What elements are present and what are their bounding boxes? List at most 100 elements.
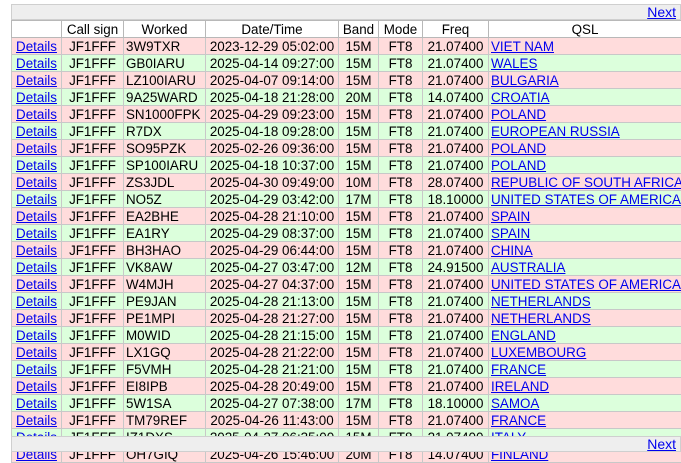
details-link[interactable]: Details bbox=[16, 73, 57, 88]
qsl-cell: CROATIA bbox=[489, 89, 681, 106]
details-cell: Details bbox=[12, 225, 62, 242]
band-cell: 15M bbox=[339, 276, 379, 293]
table-row: DetailsJF1FFFR7DX2025-04-18 09:28:0015MF… bbox=[12, 123, 681, 140]
details-cell: Details bbox=[12, 55, 62, 72]
call-sign-cell: JF1FFF bbox=[62, 174, 124, 191]
call-sign-cell: JF1FFF bbox=[62, 293, 124, 310]
qsl-link[interactable]: POLAND bbox=[491, 141, 546, 156]
qsl-link[interactable]: IRELAND bbox=[491, 379, 549, 394]
band-cell: 10M bbox=[339, 174, 379, 191]
band-cell: 17M bbox=[339, 191, 379, 208]
qsl-link[interactable]: SAMOA bbox=[491, 396, 539, 411]
mode-cell: FT8 bbox=[379, 327, 423, 344]
table-row: DetailsJF1FFFSO95PZK2025-02-26 09:36:001… bbox=[12, 140, 681, 157]
details-cell: Details bbox=[12, 72, 62, 89]
details-link[interactable]: Details bbox=[16, 175, 57, 190]
band-cell: 15M bbox=[339, 225, 379, 242]
details-link[interactable]: Details bbox=[16, 328, 57, 343]
qsl-link[interactable]: FRANCE bbox=[491, 362, 546, 377]
details-link[interactable]: Details bbox=[16, 277, 57, 292]
worked-cell: LX1GQ bbox=[124, 344, 206, 361]
table-row: DetailsJF1FFFPE9JAN2025-04-28 21:13:0015… bbox=[12, 293, 681, 310]
freq-cell: 18.10000 bbox=[423, 395, 489, 412]
qsl-link[interactable]: NETHERLANDS bbox=[491, 311, 591, 326]
qsl-cell: NETHERLANDS bbox=[489, 293, 681, 310]
freq-cell: 21.07400 bbox=[423, 38, 489, 55]
details-link[interactable]: Details bbox=[16, 345, 57, 360]
worked-cell: PE9JAN bbox=[124, 293, 206, 310]
band-cell: 15M bbox=[339, 242, 379, 259]
next-link-bottom[interactable]: Next bbox=[647, 437, 676, 452]
details-link[interactable]: Details bbox=[16, 90, 57, 105]
datetime-cell: 2025-04-18 21:28:00 bbox=[206, 89, 339, 106]
qsl-link[interactable]: REPUBLIC OF SOUTH AFRICA bbox=[491, 175, 681, 190]
pager-top: Next bbox=[11, 4, 681, 20]
details-link[interactable]: Details bbox=[16, 39, 57, 54]
table-row: DetailsJF1FFFTM79REF2025-04-26 11:43:001… bbox=[12, 412, 681, 429]
mode-cell: FT8 bbox=[379, 191, 423, 208]
details-cell: Details bbox=[12, 157, 62, 174]
worked-cell: PE1MPI bbox=[124, 310, 206, 327]
details-link[interactable]: Details bbox=[16, 413, 57, 428]
freq-cell: 21.07400 bbox=[423, 140, 489, 157]
details-link[interactable]: Details bbox=[16, 56, 57, 71]
details-link[interactable]: Details bbox=[16, 243, 57, 258]
qsl-link[interactable]: AUSTRALIA bbox=[491, 260, 565, 275]
qsl-link[interactable]: SPAIN bbox=[491, 226, 530, 241]
qsl-link[interactable]: NETHERLANDS bbox=[491, 294, 591, 309]
table-row: DetailsJF1FFF5W1SA2025-04-27 07:38:0017M… bbox=[12, 395, 681, 412]
details-link[interactable]: Details bbox=[16, 379, 57, 394]
details-link[interactable]: Details bbox=[16, 311, 57, 326]
call-sign-cell: JF1FFF bbox=[62, 225, 124, 242]
details-cell: Details bbox=[12, 208, 62, 225]
details-link[interactable]: Details bbox=[16, 226, 57, 241]
mode-cell: FT8 bbox=[379, 344, 423, 361]
table-row: DetailsJF1FFFZS3JDL2025-04-30 09:49:0010… bbox=[12, 174, 681, 191]
table-row: DetailsJF1FFF3W9TXR2023-12-29 05:02:0015… bbox=[12, 38, 681, 55]
details-link[interactable]: Details bbox=[16, 107, 57, 122]
details-link[interactable]: Details bbox=[16, 141, 57, 156]
qsl-link[interactable]: SPAIN bbox=[491, 209, 530, 224]
worked-cell: EA1RY bbox=[124, 225, 206, 242]
qsl-link[interactable]: EUROPEAN RUSSIA bbox=[491, 124, 620, 139]
worked-cell: 3W9TXR bbox=[124, 38, 206, 55]
qsl-cell: CHINA bbox=[489, 242, 681, 259]
qsl-link[interactable]: VIET NAM bbox=[491, 39, 554, 54]
details-link[interactable]: Details bbox=[16, 209, 57, 224]
next-link-top[interactable]: Next bbox=[647, 5, 676, 20]
qsl-link[interactable]: LUXEMBOURG bbox=[491, 345, 586, 360]
qsl-cell: WALES bbox=[489, 55, 681, 72]
qsl-link[interactable]: UNITED STATES OF AMERICA bbox=[491, 192, 681, 207]
band-cell: 15M bbox=[339, 55, 379, 72]
qsl-link[interactable]: POLAND bbox=[491, 158, 546, 173]
datetime-cell: 2025-04-28 21:21:00 bbox=[206, 361, 339, 378]
qsl-link[interactable]: CROATIA bbox=[491, 90, 550, 105]
qsl-link[interactable]: CHINA bbox=[491, 243, 533, 258]
qsl-cell: FRANCE bbox=[489, 412, 681, 429]
qsl-link[interactable]: WALES bbox=[491, 56, 537, 71]
datetime-cell: 2025-04-07 09:14:00 bbox=[206, 72, 339, 89]
call-sign-cell: JF1FFF bbox=[62, 106, 124, 123]
band-cell: 15M bbox=[339, 293, 379, 310]
details-link[interactable]: Details bbox=[16, 260, 57, 275]
details-link[interactable]: Details bbox=[16, 124, 57, 139]
freq-cell: 21.07400 bbox=[423, 55, 489, 72]
details-link[interactable]: Details bbox=[16, 294, 57, 309]
datetime-cell: 2025-04-29 06:44:00 bbox=[206, 242, 339, 259]
details-link[interactable]: Details bbox=[16, 158, 57, 173]
qsl-link[interactable]: ENGLAND bbox=[491, 328, 556, 343]
details-link[interactable]: Details bbox=[16, 362, 57, 377]
freq-cell: 21.07400 bbox=[423, 344, 489, 361]
details-link[interactable]: Details bbox=[16, 396, 57, 411]
qsl-link[interactable]: FRANCE bbox=[491, 413, 546, 428]
call-sign-cell: JF1FFF bbox=[62, 242, 124, 259]
datetime-cell: 2025-04-18 10:37:00 bbox=[206, 157, 339, 174]
mode-cell: FT8 bbox=[379, 38, 423, 55]
column-header-datetime: Date/Time bbox=[206, 21, 339, 38]
qsl-cell: UNITED STATES OF AMERICA bbox=[489, 276, 681, 293]
qsl-link[interactable]: UNITED STATES OF AMERICA bbox=[491, 277, 681, 292]
qsl-link[interactable]: POLAND bbox=[491, 107, 546, 122]
qsl-link[interactable]: BULGARIA bbox=[491, 73, 559, 88]
details-link[interactable]: Details bbox=[16, 192, 57, 207]
call-sign-cell: JF1FFF bbox=[62, 361, 124, 378]
